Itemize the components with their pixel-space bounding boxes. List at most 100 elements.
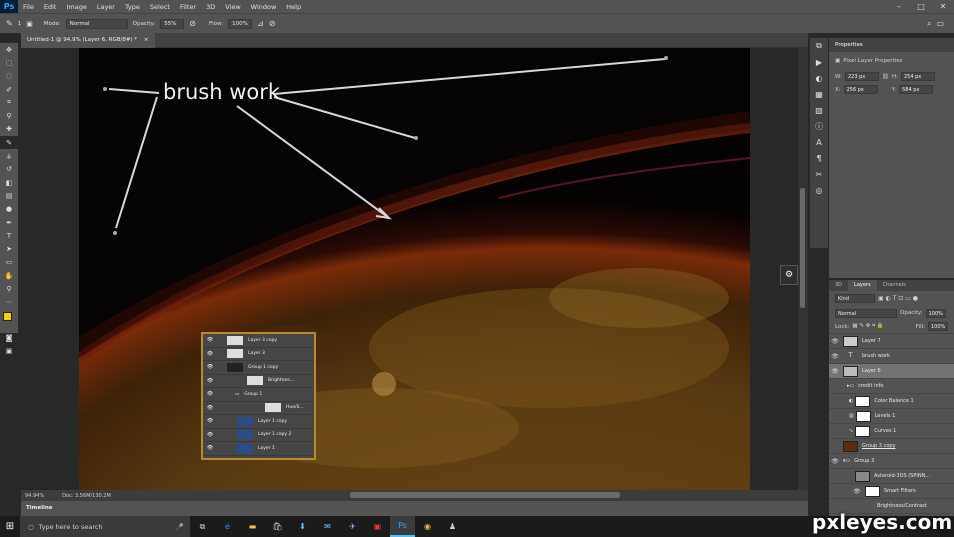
task-view-icon[interactable]: ⧉ (190, 516, 215, 537)
tab-layers[interactable]: Layers (848, 280, 877, 291)
vertical-scroll-thumb[interactable] (800, 188, 805, 308)
healing-brush-tool-icon[interactable]: ✚ (0, 123, 18, 136)
x-field[interactable]: 256 px (843, 85, 878, 94)
lock-icons[interactable]: ▦ ✎ ✥ ⌗ 🔒 (852, 323, 883, 330)
taskbar-search[interactable]: ○ Type here to search 🎤 (20, 516, 190, 537)
layer-row[interactable]: 👁 Layer 7 (829, 334, 954, 349)
filter-icons[interactable]: ▣ ◐ T ⊡ ▭ ● (878, 295, 918, 302)
layer-row[interactable]: ∿ Curves 1 (829, 424, 954, 439)
tools-presets-icon[interactable]: ✂ (810, 166, 828, 182)
vertical-scrollbar[interactable] (798, 48, 808, 490)
edge-browser-icon[interactable]: e (215, 516, 240, 537)
layer-row[interactable]: Asteroid-3DS (SPINN... (829, 469, 954, 484)
layer-row-selected[interactable]: 👁 Layer 6 (829, 364, 954, 379)
tab-3d[interactable]: 3D (829, 280, 848, 291)
eraser-tool-icon[interactable]: ◧ (0, 176, 18, 189)
adjustments-icon[interactable]: ◐ (810, 70, 828, 86)
menu-type[interactable]: Type (120, 3, 145, 11)
move-tool-icon[interactable]: ✥ (0, 43, 18, 56)
chrome-icon[interactable]: ◉ (415, 516, 440, 537)
quick-mask-icon[interactable]: ◙ (0, 331, 18, 344)
app-icon[interactable]: ♟ (440, 516, 465, 537)
app-icon[interactable]: ▣ (365, 516, 390, 537)
horizontal-scroll-thumb[interactable] (350, 492, 620, 498)
eyedropper-tool-icon[interactable]: ⚲ (0, 109, 18, 122)
pressure-opacity-icon[interactable]: ⊘ (189, 19, 196, 28)
eye-icon[interactable]: 👁 (829, 458, 841, 465)
layer-row[interactable]: 👁 Tbrush work (829, 349, 954, 364)
history-brush-tool-icon[interactable]: ↺ (0, 163, 18, 176)
pressure-size-icon[interactable]: ⊘ (269, 19, 276, 28)
brush-tool-icon[interactable]: ✎ (0, 136, 18, 150)
brush-panel-icon[interactable]: ▣ (26, 20, 33, 28)
document-tab-close[interactable]: × (144, 37, 149, 43)
color-swatches[interactable] (0, 309, 18, 331)
document-tab[interactable]: Untitled-1 @ 94.9% (Layer 6, RGB/8#) * × (21, 33, 155, 48)
airbrush-icon[interactable]: ⊿ (257, 19, 264, 28)
app-icon[interactable]: ⬇ (290, 516, 315, 537)
menu-layer[interactable]: Layer (92, 3, 120, 11)
blend-mode-select[interactable]: Normal (835, 308, 897, 318)
close-window-button[interactable]: ✕ (932, 2, 954, 11)
link-icon[interactable]: ⛓ (882, 74, 889, 80)
path-select-tool-icon[interactable]: ➤ (0, 242, 18, 255)
eye-icon[interactable]: 👁 (829, 338, 841, 345)
menu-window[interactable]: Window (246, 3, 282, 11)
workspace-icon[interactable]: ▭ (936, 19, 944, 28)
document-canvas[interactable]: brush work (79, 48, 750, 490)
gradient-tool-icon[interactable]: ▤ (0, 189, 18, 202)
type-tool-icon[interactable]: T (0, 229, 18, 242)
layer-group-row[interactable]: ▸▭ credit info (829, 379, 954, 394)
photoshop-taskbar-icon[interactable]: Ps (390, 516, 415, 537)
layer-row[interactable]: Group 3 copy (829, 439, 954, 454)
app-icon[interactable]: ✉ (315, 516, 340, 537)
collapsed-panel-icon[interactable]: ⚙ (780, 265, 798, 285)
layer-row[interactable]: 👁 Smart Filters (829, 484, 954, 499)
dodge-tool-icon[interactable]: ● (0, 203, 18, 216)
layer-opacity-field[interactable]: 100% (925, 308, 946, 318)
menu-3d[interactable]: 3D (201, 3, 220, 11)
quick-select-tool-icon[interactable]: ✐ (0, 83, 18, 96)
styles-icon[interactable]: ▧ (810, 102, 828, 118)
opacity-field[interactable]: 55% (160, 18, 185, 29)
lasso-tool-icon[interactable]: ◌ (0, 70, 18, 83)
microphone-icon[interactable]: 🎤 (176, 523, 184, 531)
3d-icon[interactable]: ◎ (810, 182, 828, 198)
windows-start-icon[interactable]: ⊞ (0, 521, 20, 532)
search-icon[interactable]: ⌕ (927, 19, 931, 29)
history-icon[interactable]: ⧉ (810, 38, 828, 54)
maximize-button[interactable]: □ (910, 2, 932, 11)
clone-stamp-tool-icon[interactable]: ⚶ (0, 149, 18, 162)
file-explorer-icon[interactable]: ▬ (240, 516, 265, 537)
flow-field[interactable]: 100% (228, 18, 253, 29)
brush-size-value[interactable]: 1 (18, 21, 22, 27)
eye-icon[interactable]: 👁 (829, 353, 841, 360)
more-tools-icon[interactable]: ⋯ (0, 296, 18, 309)
brush-tool-preset-icon[interactable]: ✎ (6, 19, 13, 28)
menu-select[interactable]: Select (145, 3, 175, 11)
layer-row[interactable]: ▥ Levels 1 (829, 409, 954, 424)
fill-field[interactable]: 100% (928, 322, 948, 331)
menu-edit[interactable]: Edit (39, 3, 62, 11)
menu-file[interactable]: File (18, 3, 39, 11)
layer-row[interactable]: ◐ Color Balance 1 (829, 394, 954, 409)
menu-filter[interactable]: Filter (175, 3, 201, 11)
hand-tool-icon[interactable]: ✋ (0, 269, 18, 282)
timeline-panel-tab[interactable]: Timeline (21, 501, 808, 516)
pen-tool-icon[interactable]: ✒ (0, 216, 18, 229)
eye-icon[interactable]: 👁 (851, 488, 863, 495)
y-field[interactable]: 584 px (899, 85, 934, 94)
paragraph-icon[interactable]: ¶ (810, 150, 828, 166)
layer-filter-kind[interactable]: Kind (835, 294, 875, 303)
shape-tool-icon[interactable]: ▭ (0, 256, 18, 269)
zoom-level[interactable]: 94.94% (25, 493, 44, 499)
menu-help[interactable]: Help (281, 3, 306, 11)
app-icon[interactable]: ✈ (340, 516, 365, 537)
height-field[interactable]: 254 px (900, 72, 935, 81)
character-icon[interactable]: A (810, 134, 828, 150)
info-icon[interactable]: ⓘ (810, 118, 828, 134)
libraries-icon[interactable]: ▦ (810, 86, 828, 102)
layer-group-row[interactable]: 👁 ▾▭ Group 3 (829, 454, 954, 469)
eye-icon[interactable]: 👁 (829, 368, 841, 375)
menu-image[interactable]: Image (61, 3, 91, 11)
